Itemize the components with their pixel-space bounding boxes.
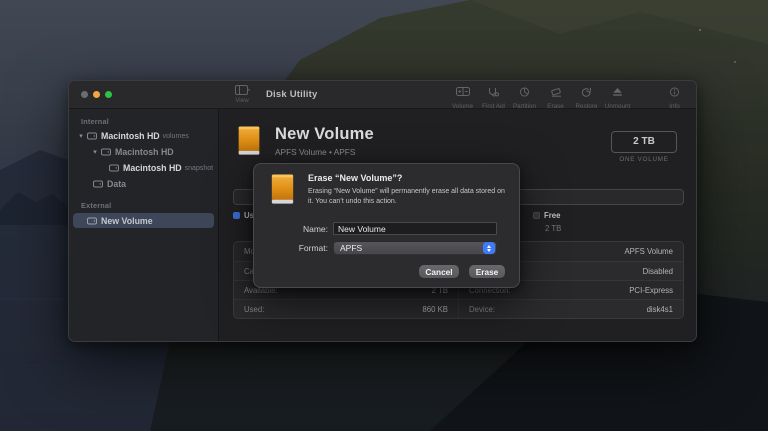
name-label: Name:: [266, 224, 328, 234]
cancel-button[interactable]: Cancel: [419, 265, 459, 278]
dropdown-stepper-icon: [483, 242, 495, 254]
sidebar: Internal ▾ Macintosh HD volumes ▾ Macint…: [69, 109, 219, 341]
first-aid-icon: [488, 84, 499, 102]
table-row: Used: 860 KB Device: disk4s1: [234, 299, 683, 318]
type-value: APFS Volume: [624, 247, 673, 256]
view-button[interactable]: View: [227, 85, 257, 104]
close-button[interactable]: [81, 91, 88, 98]
minimize-button[interactable]: [93, 91, 100, 98]
orange-drive-icon: [233, 125, 265, 163]
drive-icon: [87, 132, 97, 140]
view-button-label: View: [227, 97, 257, 104]
drive-icon: [101, 148, 111, 156]
used-label: Used:: [244, 305, 264, 314]
info-icon: [669, 84, 680, 102]
legend-free: Free: [533, 211, 560, 220]
partition-icon: [519, 84, 530, 102]
device-value: disk4s1: [647, 305, 673, 314]
used-swatch: [233, 212, 240, 219]
zoom-button[interactable]: [105, 91, 112, 98]
volume-title: New Volume: [275, 125, 374, 144]
restore-icon: [581, 84, 592, 102]
erase-icon: [550, 84, 562, 102]
sidebar-item-macintosh-hd-volumes[interactable]: ▾ Macintosh HD volumes: [69, 128, 218, 144]
traffic-lights: [81, 91, 112, 98]
window-toolbar: View Disk Utility Volume First Aid Par: [69, 81, 696, 109]
sidebar-section-external: External: [69, 198, 218, 212]
format-label: Format:: [266, 243, 328, 253]
drive-icon: [87, 217, 97, 225]
toolbar-volume-button[interactable]: Volume: [447, 84, 478, 110]
owners-value: Disabled: [643, 267, 673, 276]
connection-value: PCI-Express: [629, 286, 673, 295]
dialog-title: Erase “New Volume”?: [308, 173, 507, 183]
sidebar-item-new-volume-selected[interactable]: New Volume: [73, 213, 214, 228]
format-dropdown[interactable]: APFS: [333, 241, 497, 255]
legend-free-value: 2 TB: [545, 224, 561, 233]
toolbar-erase-button[interactable]: Erase: [540, 84, 571, 110]
add-volume-icon: [456, 84, 470, 102]
name-input[interactable]: [333, 222, 497, 235]
volume-subtitle: APFS Volume • APFS: [275, 147, 374, 157]
used-value: 860 KB: [422, 305, 448, 314]
format-selected-value: APFS: [334, 243, 362, 253]
disclosure-triangle-icon[interactable]: ▾: [91, 148, 99, 156]
erase-button[interactable]: Erase: [469, 265, 505, 278]
capacity-badge[interactable]: 2 TB: [611, 131, 677, 153]
toolbar-unmount-button[interactable]: Unmount: [602, 84, 633, 110]
toolbar-first-aid-button[interactable]: First Aid: [478, 84, 509, 110]
orange-drive-icon: [266, 173, 299, 212]
capacity-badge-subtitle: ONE VOLUME: [611, 156, 677, 163]
toolbar-info-button[interactable]: Info: [659, 84, 690, 110]
sidebar-item-macintosh-hd[interactable]: ▾ Macintosh HD: [69, 144, 218, 160]
disclosure-triangle-icon[interactable]: ▾: [77, 132, 85, 140]
sidebar-section-internal: Internal: [69, 114, 218, 128]
drive-icon: [109, 164, 119, 172]
dialog-body-text: Erasing “New Volume” will permanently er…: [308, 187, 507, 207]
volume-header: New Volume APFS Volume • APFS: [233, 125, 374, 163]
sidebar-view-icon: [227, 85, 257, 95]
sidebar-item-macintosh-hd-snapshot[interactable]: Macintosh HD snapshot: [69, 160, 218, 176]
free-swatch: [533, 212, 540, 219]
sidebar-item-data[interactable]: Data: [69, 176, 218, 192]
erase-dialog: Erase “New Volume”? Erasing “New Volume”…: [253, 163, 520, 288]
window-title: Disk Utility: [266, 89, 318, 100]
device-label: Device:: [469, 305, 495, 314]
eject-icon: [612, 84, 623, 102]
toolbar-actions: Volume First Aid Partition Erase: [447, 84, 690, 110]
toolbar-partition-button[interactable]: Partition: [509, 84, 540, 110]
drive-icon: [93, 180, 103, 188]
toolbar-restore-button[interactable]: Restore: [571, 84, 602, 110]
